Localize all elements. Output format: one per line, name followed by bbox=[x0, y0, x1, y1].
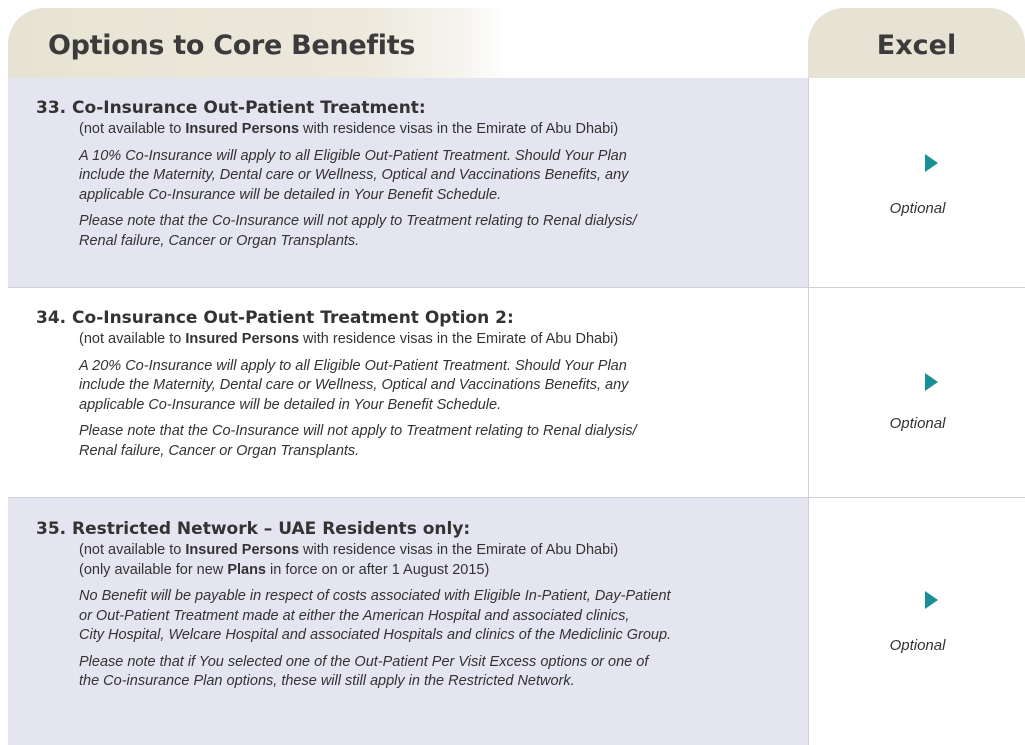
benefit-row-35: 35. Restricted Network – UAE Residents o… bbox=[8, 498, 1025, 745]
excel-cell: Optional bbox=[808, 78, 1025, 287]
column-title-excel: Excel bbox=[876, 30, 957, 61]
note-text: with residence visas in the Emirate of A… bbox=[299, 331, 619, 347]
paragraph-line: No Benefit will be payable in respect of… bbox=[79, 588, 671, 604]
note-text: with residence visas in the Emirate of A… bbox=[299, 121, 619, 137]
paragraph-line: Please note that the Co-Insurance will n… bbox=[79, 213, 637, 229]
paragraph-line: Renal failure, Cancer or Organ Transplan… bbox=[79, 442, 360, 459]
eligibility-note: (not available to Insured Persons with r… bbox=[79, 541, 779, 561]
paragraph-line: the Co-insurance Plan options, these wil… bbox=[79, 673, 575, 689]
note-text: (not available to bbox=[79, 542, 186, 558]
benefit-paragraph: No Benefit will be payable in respect of… bbox=[79, 587, 779, 646]
note-term: Insured Persons bbox=[185, 331, 300, 347]
benefit-description: 35. Restricted Network – UAE Residents o… bbox=[8, 498, 808, 745]
paragraph-line: City Hospital, Welcare Hospital and asso… bbox=[79, 627, 672, 643]
status-label: Optional bbox=[889, 637, 946, 654]
paragraph-line: A 20% Co-Insurance will apply to all Eli… bbox=[79, 357, 627, 374]
paragraph-line: include the Maternity, Dental care or We… bbox=[79, 167, 629, 183]
benefit-paragraph: Please note that if You selected one of … bbox=[79, 653, 779, 692]
status-label: Optional bbox=[889, 200, 946, 217]
play-triangle-icon bbox=[925, 591, 938, 609]
excel-cell: Optional bbox=[808, 288, 1025, 497]
play-triangle-icon bbox=[925, 373, 938, 391]
header-title-band: Options to Core Benefits bbox=[8, 8, 510, 78]
paragraph-line: A 10% Co-Insurance will apply to all Eli… bbox=[79, 147, 627, 164]
benefit-body: (not available to Insured Persons with r… bbox=[79, 330, 779, 461]
paragraph-line: applicable Co-Insurance will be detailed… bbox=[79, 396, 502, 413]
note-text: (only available for new bbox=[79, 561, 228, 578]
play-triangle-icon bbox=[925, 154, 938, 172]
eligibility-note: (only available for new Plans in force o… bbox=[79, 561, 779, 581]
benefit-paragraph: A 10% Co-Insurance will apply to all Eli… bbox=[79, 147, 779, 206]
excel-cell: Optional bbox=[808, 498, 1025, 745]
benefit-body: (not available to Insured Persons with r… bbox=[79, 541, 779, 692]
page-title: Options to Core Benefits bbox=[48, 30, 416, 61]
benefit-description: 33. Co-Insurance Out-Patient Treatment: … bbox=[8, 78, 808, 287]
eligibility-note: (not available to Insured Persons with r… bbox=[79, 120, 779, 140]
note-text: with residence visas in the Emirate of A… bbox=[299, 542, 619, 558]
benefit-row-33: 33. Co-Insurance Out-Patient Treatment: … bbox=[8, 78, 1025, 287]
note-text: (not available to bbox=[79, 121, 186, 137]
benefit-paragraph: A 20% Co-Insurance will apply to all Eli… bbox=[79, 357, 779, 416]
benefit-title: 33. Co-Insurance Out-Patient Treatment: bbox=[36, 98, 426, 118]
benefit-title: 34. Co-Insurance Out-Patient Treatment O… bbox=[36, 308, 514, 328]
eligibility-note: (not available to Insured Persons with r… bbox=[79, 330, 779, 350]
note-text: (not available to bbox=[79, 331, 186, 347]
header-column-band: Excel bbox=[808, 8, 1025, 78]
paragraph-line: Renal failure, Cancer or Organ Transplan… bbox=[79, 232, 360, 249]
note-term: Insured Persons bbox=[185, 121, 300, 137]
paragraph-line: Please note that if You selected one of … bbox=[79, 653, 649, 670]
note-text: in force on or after 1 August 2015) bbox=[266, 561, 490, 578]
paragraph-line: applicable Co-Insurance will be detailed… bbox=[79, 186, 502, 203]
status-label: Optional bbox=[889, 415, 946, 432]
benefit-body: (not available to Insured Persons with r… bbox=[79, 120, 779, 251]
benefit-title: 35. Restricted Network – UAE Residents o… bbox=[36, 519, 471, 539]
benefit-description: 34. Co-Insurance Out-Patient Treatment O… bbox=[8, 288, 808, 497]
benefit-paragraph: Please note that the Co-Insurance will n… bbox=[79, 422, 779, 461]
benefit-paragraph: Please note that the Co-Insurance will n… bbox=[79, 212, 779, 251]
paragraph-line: or Out-Patient Treatment made at either … bbox=[79, 607, 630, 624]
paragraph-line: include the Maternity, Dental care or We… bbox=[79, 377, 629, 393]
paragraph-line: Please note that the Co-Insurance will n… bbox=[79, 423, 637, 439]
note-term: Plans bbox=[227, 561, 266, 578]
benefit-row-34: 34. Co-Insurance Out-Patient Treatment O… bbox=[8, 288, 1025, 497]
note-term: Insured Persons bbox=[185, 542, 300, 558]
